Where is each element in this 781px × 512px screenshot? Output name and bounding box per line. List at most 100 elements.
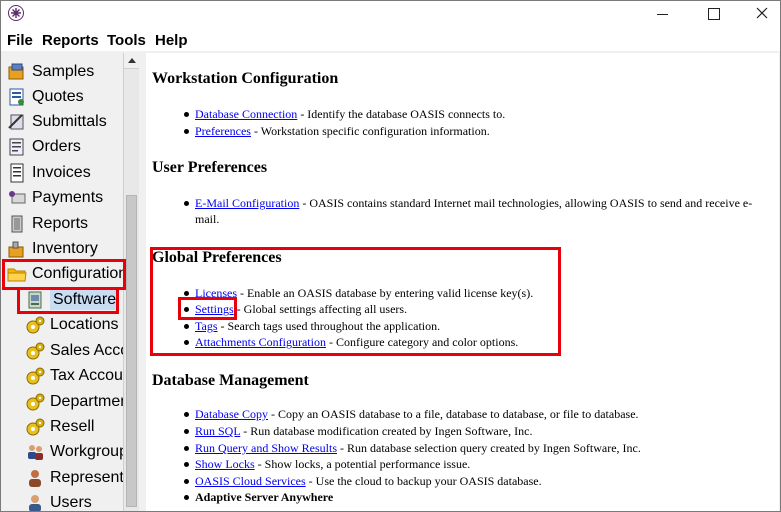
sidebar-item-label: Workgroup: [50, 443, 123, 460]
submittals-icon: [7, 112, 27, 132]
sidebar-item-label: Submittals: [32, 113, 107, 130]
payments-icon: [7, 188, 27, 208]
bullet-dot: [184, 446, 189, 451]
sidebar-item-users[interactable]: Users: [25, 491, 92, 511]
sidebar-item-label: Configuration: [32, 265, 123, 282]
inventory-icon: [7, 239, 27, 259]
sidebar-item-inventory[interactable]: Inventory: [7, 237, 98, 261]
representative-icon: [25, 468, 45, 488]
sidebar-item-label: Departmen: [50, 393, 123, 410]
sidebar-item-label: Resell: [50, 418, 95, 435]
gear-icon: [25, 341, 45, 361]
app-window: File Reports Tools Help Samples Quotes Sub…: [0, 0, 781, 512]
item-description: - Run database modification created by I…: [240, 424, 533, 438]
item-description: - Configure category and color options.: [325, 335, 519, 349]
database-copy-link[interactable]: Database Copy: [195, 407, 268, 421]
users-icon: [25, 442, 45, 462]
settings-link[interactable]: Settings: [195, 302, 234, 316]
bullet-dot: [184, 291, 189, 296]
run-sql-link[interactable]: Run SQL: [195, 424, 240, 438]
menu-file[interactable]: File: [7, 32, 33, 49]
oasis-cloud-services-link[interactable]: OASIS Cloud Services: [195, 474, 306, 488]
attachments-configuration-link[interactable]: Attachments Configuration: [195, 335, 326, 349]
database-management-heading: Database Management: [152, 372, 309, 389]
sidebar-item-locations[interactable]: Locations: [25, 313, 119, 337]
menu-reports[interactable]: Reports: [42, 32, 99, 49]
sidebar-item-label: Quotes: [32, 88, 84, 105]
minimize-button[interactable]: [643, 3, 683, 25]
sidebar-item-label: Reports: [32, 215, 89, 232]
preferences-link[interactable]: Preferences: [195, 124, 251, 138]
bullet-dot: [184, 429, 189, 434]
sidebar-item-software[interactable]: Software: [25, 288, 120, 312]
sidebar-item-tax-accou[interactable]: Tax Accou: [25, 364, 123, 388]
bullet-dot: [184, 324, 189, 329]
sidebar-item-invoices[interactable]: Invoices: [7, 161, 91, 185]
gear-icon: [25, 366, 45, 386]
sidebar-item-submittals[interactable]: Submittals: [7, 110, 107, 134]
workstation-heading: Workstation Configuration: [152, 70, 339, 87]
item-description: - Show locks, a potential performance is…: [254, 457, 471, 471]
sidebar-item-sales-acco[interactable]: Sales Acco: [25, 339, 123, 363]
show-locks-link[interactable]: Show Locks: [195, 457, 255, 471]
database-connection-link[interactable]: Database Connection: [195, 107, 297, 121]
email-configuration-link[interactable]: E-Mail Configuration: [195, 196, 299, 210]
folder-open-icon: [7, 264, 27, 284]
tags-link[interactable]: Tags: [195, 319, 218, 333]
licenses-link[interactable]: Licenses: [195, 286, 237, 300]
sidebar-item-samples[interactable]: Samples: [7, 60, 94, 84]
scroll-up-button[interactable]: [124, 53, 139, 69]
item-description: - Run database selection query created b…: [337, 441, 641, 455]
bullet-dot: [184, 479, 189, 484]
sidebar-item-label: Orders: [32, 138, 81, 155]
sidebar-item-label: Locations: [50, 316, 119, 333]
maximize-button[interactable]: [693, 3, 733, 25]
sidebar-item-orders[interactable]: Orders: [7, 135, 81, 159]
close-button[interactable]: [742, 3, 780, 25]
bullet-dot: [184, 201, 189, 206]
sidebar-item-label: Payments: [32, 189, 104, 206]
sidebar-item-workgroup[interactable]: Workgroup: [25, 440, 123, 464]
navigation-sidebar: Samples Quotes Submittals Orders Invoices Pay…: [1, 53, 139, 511]
adaptive-server-anywhere-label: Adaptive Server Anywhere: [195, 490, 334, 504]
quotes-icon: [7, 87, 27, 107]
sidebar-item-resell[interactable]: Resell: [25, 415, 94, 439]
item-description: - Workstation specific configuration inf…: [250, 124, 490, 138]
run-query-link[interactable]: Run Query and Show Results: [195, 441, 337, 455]
sidebar-scrollbar[interactable]: [123, 53, 139, 511]
title-bar: [1, 1, 780, 29]
global-preferences-heading: Global Preferences: [152, 249, 282, 266]
sidebar-item-reports[interactable]: Reports: [7, 212, 88, 236]
menu-help[interactable]: Help: [155, 32, 188, 49]
reports-icon: [7, 214, 27, 234]
scroll-thumb[interactable]: [126, 195, 137, 507]
menu-tools[interactable]: Tools: [107, 32, 146, 49]
sidebar-item-departmen[interactable]: Departmen: [25, 390, 123, 414]
navigation-tree: Samples Quotes Submittals Orders Invoices Pay…: [1, 53, 123, 511]
user-icon: [25, 493, 45, 511]
sidebar-item-label: Software: [50, 290, 120, 310]
sidebar-item-label: Tax Accou: [50, 367, 123, 384]
item-description: - Global settings affecting all users.: [233, 302, 408, 316]
gear-icon: [25, 315, 45, 335]
invoices-icon: [7, 163, 27, 183]
bullet-dot: [184, 307, 189, 312]
configuration-content: Workstation Configuration Database Conne…: [146, 53, 779, 511]
bullet-dot: [184, 112, 189, 117]
item-description: - Enable an OASIS database by entering v…: [236, 286, 534, 300]
bullet-dot: [184, 495, 189, 500]
bullet-dot: [184, 129, 189, 134]
oasis-app-icon: [8, 5, 24, 21]
item-description: - Identify the database OASIS connects t…: [297, 107, 506, 121]
sidebar-item-configuration[interactable]: Configuration: [7, 262, 123, 286]
sidebar-item-label: Representa: [50, 469, 123, 486]
item-description: - Copy an OASIS database to a file, data…: [267, 407, 639, 421]
bullet-dot: [184, 412, 189, 417]
sidebar-item-payments[interactable]: Payments: [7, 186, 103, 210]
sidebar-item-label: Sales Acco: [50, 342, 123, 359]
menu-bar: File Reports Tools Help: [1, 29, 780, 51]
bullet-dot: [184, 462, 189, 467]
sidebar-item-quotes[interactable]: Quotes: [7, 85, 84, 109]
item-description: - Use the cloud to backup your OASIS dat…: [305, 474, 542, 488]
sidebar-item-representa[interactable]: Representa: [25, 466, 123, 490]
